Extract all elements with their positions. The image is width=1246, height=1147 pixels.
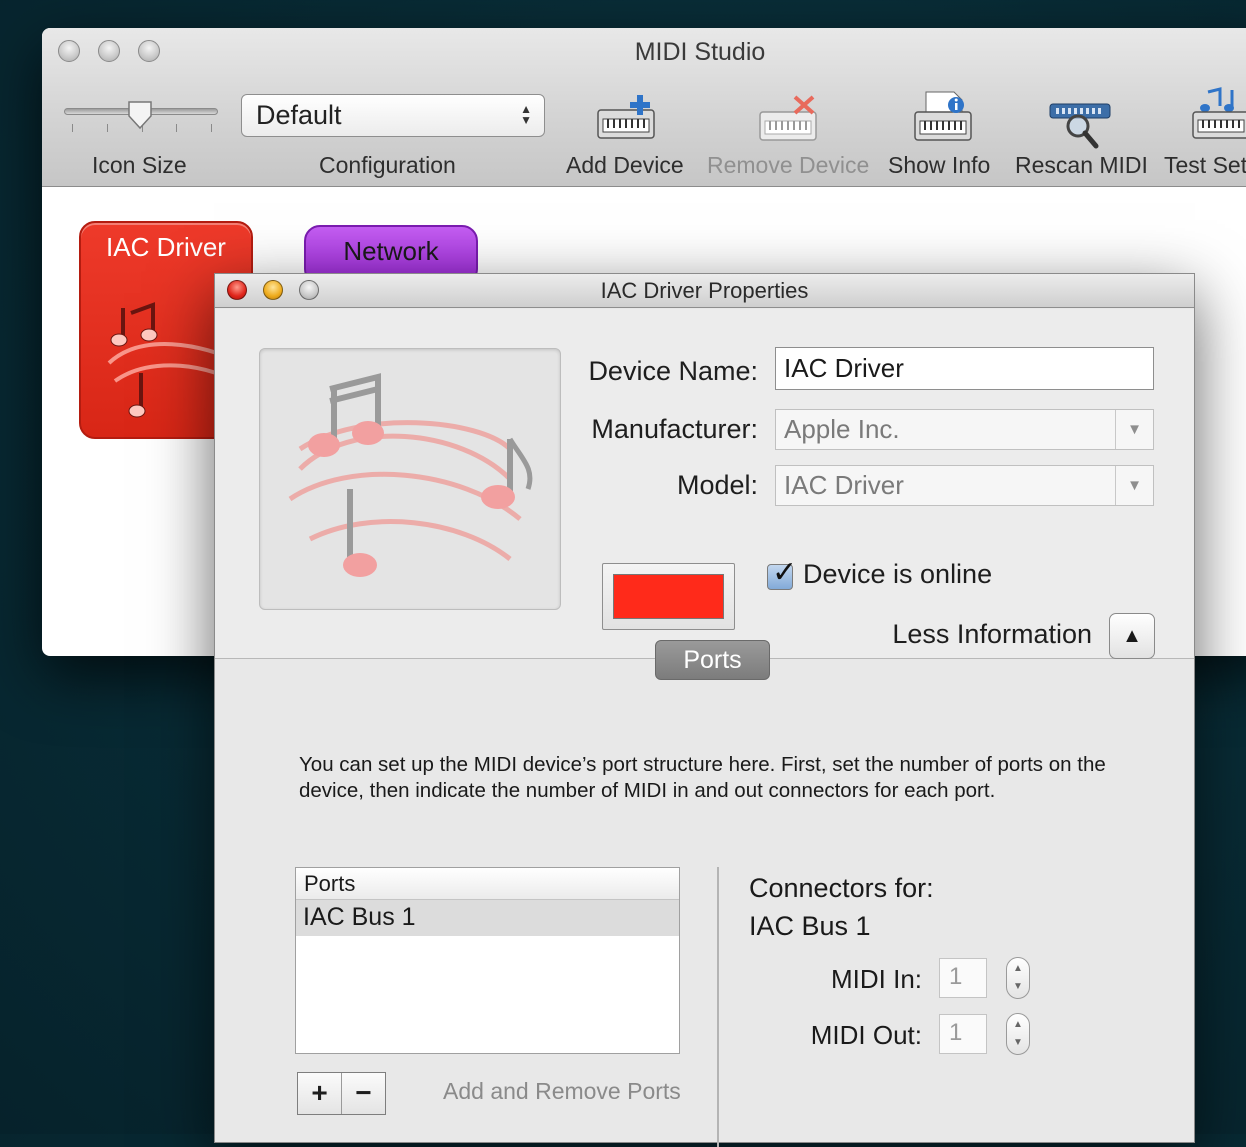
ports-table[interactable]: Ports IAC Bus 1 [295,867,680,1054]
device-tile-label: IAC Driver [106,232,226,262]
manufacturer-value: Apple Inc. [784,414,900,444]
properties-titlebar: IAC Driver Properties [215,274,1194,308]
add-remove-port-buttons: + − [297,1072,386,1115]
music-notes-icon [288,373,533,577]
configuration-label: Configuration [319,152,456,178]
color-swatch [613,574,724,619]
remove-port-button[interactable]: − [341,1073,385,1114]
window-title: MIDI Studio [634,38,766,66]
device-tile-label: Network [343,236,439,266]
connectors-port-name: IAC Bus 1 [749,911,871,941]
add-port-button[interactable]: + [298,1073,341,1114]
midi-in-stepper[interactable]: ▲ ▼ [1006,957,1030,999]
device-online-label: Device is online [803,559,993,589]
rescan-midi-icon[interactable] [1048,98,1114,152]
midi-in-field[interactable]: 1 [939,958,987,998]
tab-ports[interactable]: Ports [655,640,770,680]
show-info-icon[interactable] [912,90,974,144]
configuration-select[interactable]: Default ▲ ▼ [241,94,545,137]
manufacturer-label: Manufacturer: [591,414,758,444]
device-online-checkbox[interactable]: ✓ [767,556,797,590]
configuration-value: Default [256,100,342,130]
chevron-down-icon[interactable]: ▼ [1115,466,1153,505]
properties-title: IAC Driver Properties [600,278,809,303]
device-color-well[interactable] [602,563,735,630]
device-name-field[interactable]: IAC Driver [775,347,1154,390]
device-icon-well[interactable] [259,348,561,610]
add-device-button[interactable]: Add Device [566,152,684,179]
add-device-icon[interactable] [595,92,657,142]
test-setup-icon[interactable] [1190,86,1246,142]
manufacturer-combo[interactable]: Apple Inc. ▼ [775,409,1154,450]
less-information-button[interactable]: ▲ [1109,613,1155,659]
connectors-title: Connectors for: [749,873,934,903]
ports-column-header[interactable]: Ports [296,868,679,900]
connectors-heading: Connectors for: IAC Bus 1 [749,869,934,945]
remove-device-button[interactable]: Remove Device [707,152,869,179]
model-value: IAC Driver [784,470,904,500]
test-setup-button[interactable]: Test Set [1164,152,1246,179]
divider [717,867,719,1147]
midi-out-field[interactable]: 1 [939,1014,987,1054]
less-information-label: Less Information [892,619,1092,649]
midi-in-label: MIDI In: [830,964,922,994]
chevron-down-icon[interactable]: ▼ [1115,410,1153,449]
icon-size-label: Icon Size [92,152,187,178]
device-name-label: Device Name: [588,356,758,386]
select-arrows-icon: ▲ ▼ [520,102,532,127]
midi-out-stepper[interactable]: ▲ ▼ [1006,1013,1030,1055]
slider-thumb[interactable] [127,100,153,130]
table-row[interactable]: IAC Bus 1 [296,900,679,936]
add-remove-ports-label: Add and Remove Ports [443,1078,681,1104]
remove-device-icon[interactable] [757,94,819,144]
iac-driver-properties-window: IAC Driver Properties Device Name: IAC D… [214,273,1195,1147]
model-label: Model: [676,470,758,500]
ports-description: You can set up the MIDI device’s port st… [299,753,1106,802]
studio-toolbar: MIDI Studio Icon Size Default ▲ ▼ Configu… [42,28,1246,187]
midi-out-label: MIDI Out: [810,1020,922,1050]
device-info-panel: Device Name: IAC Driver Manufacturer: Ap… [215,309,1194,659]
triangle-up-icon: ▲ [1122,625,1142,647]
rescan-midi-button[interactable]: Rescan MIDI [1015,152,1148,179]
checkmark-icon: ✓ [772,556,798,589]
show-info-button[interactable]: Show Info [888,152,990,179]
model-combo[interactable]: IAC Driver ▼ [775,465,1154,506]
